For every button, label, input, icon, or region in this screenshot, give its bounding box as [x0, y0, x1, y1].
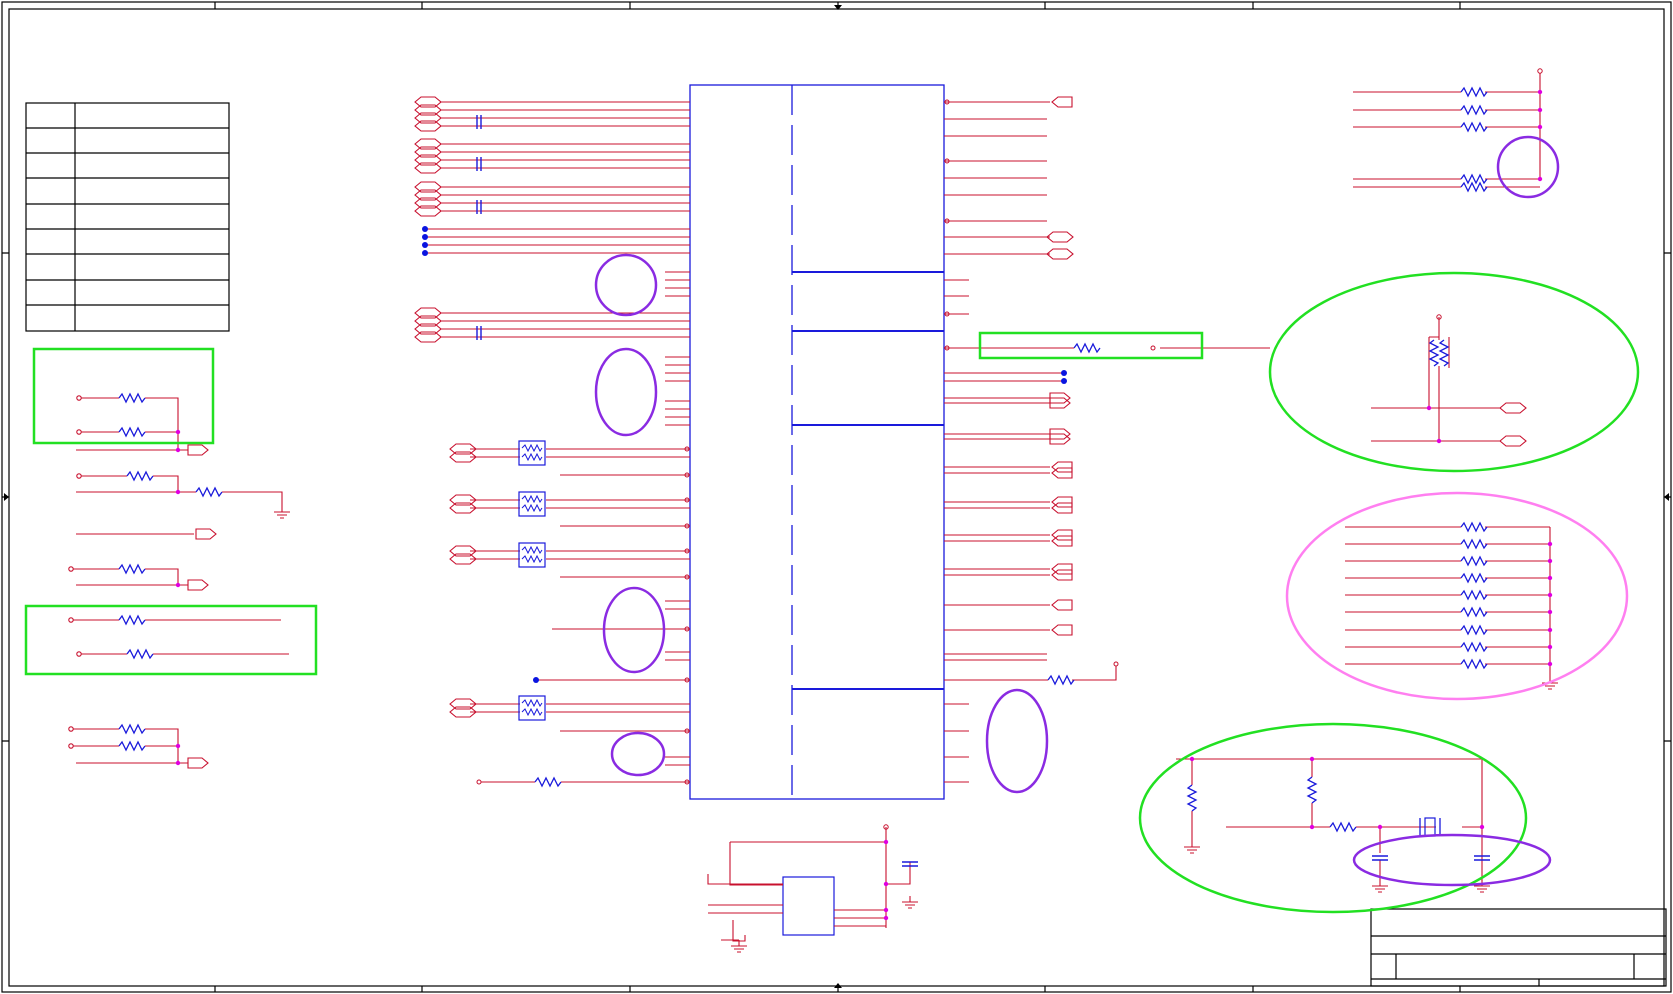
- main-ic-body: [689, 84, 945, 800]
- purple-highlight-circles: [594, 135, 1560, 887]
- ic-left-rpacks: [518, 440, 562, 787]
- crystal-oscillator: [1176, 756, 1491, 893]
- right-pulldown-bank: [1345, 522, 1559, 690]
- ic-left-bus-dots: [422, 226, 539, 683]
- pink-highlight-region: [1285, 491, 1629, 701]
- legend-table: [25, 102, 230, 332]
- reset-ic: [707, 824, 919, 953]
- ic-right-wires: [944, 101, 1270, 783]
- ic-left-caps: [476, 114, 482, 341]
- title-block: [1370, 908, 1667, 987]
- ic-left-wires: [425, 101, 690, 783]
- ic-right-ports: [1046, 96, 1074, 636]
- ic-right-bus-dots: [1061, 370, 1067, 384]
- ic-left-ports: [414, 96, 477, 718]
- ic-right-open-pins: [944, 99, 1156, 667]
- ic-left-open-pins: [476, 446, 690, 785]
- sheet-border: [1, 1, 1672, 993]
- green-highlight-regions: [24, 271, 1640, 914]
- right-divider-circuit: [1371, 314, 1527, 447]
- left-resistors: [118, 393, 223, 751]
- top-right-pullups: [1353, 68, 1543, 192]
- schematic-canvas: [1, 1, 1672, 993]
